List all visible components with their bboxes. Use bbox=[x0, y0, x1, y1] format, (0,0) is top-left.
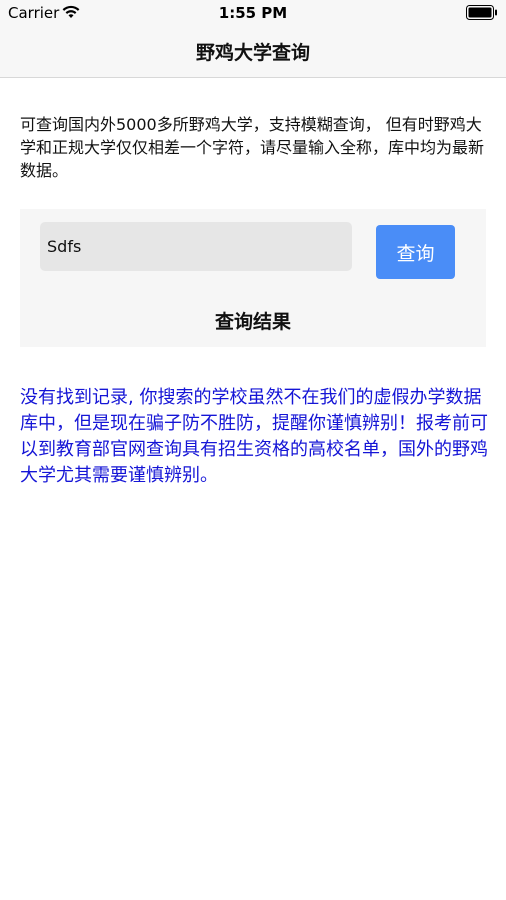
status-bar: Carrier 1:55 PM bbox=[0, 0, 506, 26]
result-heading: 查询结果 bbox=[214, 311, 291, 333]
page-title: 野鸡大学查询 bbox=[195, 42, 310, 64]
search-panel: 查询 查询结果 bbox=[20, 209, 486, 347]
intro-description: 可查询国内外5000多所野鸡大学，支持模糊查询， 但有时野鸡大学和正规大学仅仅相… bbox=[20, 115, 485, 180]
status-time: 1:55 PM bbox=[218, 4, 288, 22]
query-button[interactable]: 查询 bbox=[376, 225, 455, 279]
result-message: 没有找到记录, 你搜索的学校虽然不在我们的虚假办学数据库中，但是现在骗子防不胜防… bbox=[20, 387, 488, 486]
school-search-input[interactable] bbox=[40, 222, 352, 271]
battery-icon bbox=[466, 5, 497, 20]
navigation-bar: 野鸡大学查询 bbox=[0, 26, 506, 78]
